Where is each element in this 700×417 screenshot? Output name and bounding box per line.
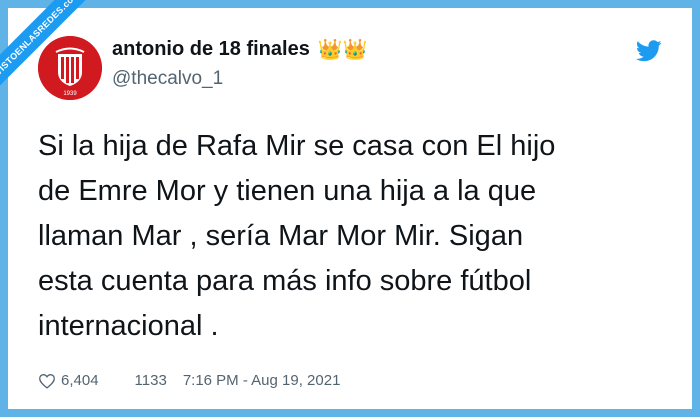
tweet-footer: 6,404 1133 7:16 PM - Aug 19, 2021 (38, 372, 340, 389)
tweet-timestamp[interactable]: 7:16 PM - Aug 19, 2021 (183, 372, 341, 389)
heart-icon[interactable] (38, 373, 56, 389)
twitter-bird-icon[interactable] (636, 40, 662, 62)
avatar-year: 1939 (63, 91, 77, 97)
avatar[interactable]: 1939 (38, 36, 102, 100)
author-handle[interactable]: @thecalvo_1 (112, 68, 223, 90)
author-name-row: antonio de 18 finales 👑👑 (112, 38, 368, 61)
club-crest-icon: 1939 (38, 36, 102, 100)
author-display-name[interactable]: antonio de 18 finales (112, 38, 310, 61)
retweet-count[interactable]: 1133 (135, 372, 167, 389)
tweet-text: Si la hija de Rafa Mir se casa con El hi… (38, 130, 556, 342)
like-count[interactable]: 6,404 (61, 372, 99, 389)
crown-emoji: 👑👑 (317, 38, 368, 61)
